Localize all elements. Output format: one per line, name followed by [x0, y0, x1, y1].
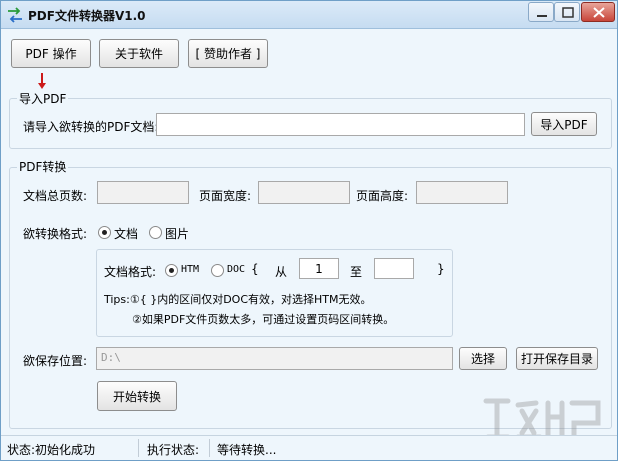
- doc-format-doc-radio[interactable]: [211, 264, 224, 277]
- about-button[interactable]: 关于软件: [99, 39, 179, 68]
- status-bar: 状态:初始化成功 执行状态: 等待转换...: [1, 435, 617, 460]
- doc-format-doc-label[interactable]: DOC: [227, 264, 245, 275]
- import-prompt-label: 请导入欲转换的PDF文档:: [23, 120, 159, 134]
- format-document-label[interactable]: 文档: [114, 225, 138, 242]
- app-window: PDF文件转换器V1.0 PDF 操作 关于软件 [ 赞助作者 ] 导入PDF …: [0, 0, 618, 461]
- tips-line-1: Tips:①{ }内的区间仅对DOC有效，对选择HTM无效。: [104, 293, 372, 306]
- range-open-brace: {: [251, 262, 259, 276]
- import-group-legend: 导入PDF: [17, 90, 69, 107]
- range-from-input[interactable]: 1: [299, 258, 339, 279]
- sponsor-button[interactable]: [ 赞助作者 ]: [188, 39, 268, 68]
- page-height-label: 页面高度:: [356, 189, 409, 203]
- pdf-ops-button[interactable]: PDF 操作: [11, 39, 91, 68]
- select-folder-button[interactable]: 选择: [459, 347, 507, 370]
- red-down-arrow-icon: [38, 73, 46, 89]
- page-width-field: [258, 181, 350, 204]
- format-image-label[interactable]: 图片: [165, 225, 189, 242]
- start-convert-button[interactable]: 开始转换: [97, 381, 177, 411]
- close-button[interactable]: [581, 2, 615, 22]
- minimize-button[interactable]: [528, 2, 554, 22]
- range-to-input[interactable]: [374, 258, 414, 279]
- format-image-radio[interactable]: [149, 226, 162, 239]
- convert-group-legend: PDF转换: [17, 158, 69, 175]
- doc-format-htm-radio[interactable]: [165, 264, 178, 277]
- import-path-input[interactable]: [156, 113, 525, 136]
- format-document-radio[interactable]: [98, 226, 111, 239]
- exec-status-label: 执行状态:: [147, 443, 200, 457]
- range-from-label: 从: [275, 265, 288, 279]
- status-separator-1: [138, 439, 139, 457]
- convert-arrows-icon: [8, 7, 22, 23]
- maximize-button[interactable]: [554, 2, 580, 22]
- save-location-value: D:\: [101, 351, 121, 364]
- page-height-field: [416, 181, 508, 204]
- range-from-value: 1: [315, 262, 323, 276]
- format-label: 欲转换格式:: [23, 227, 88, 241]
- total-pages-label: 文档总页数:: [23, 189, 88, 203]
- page-width-label: 页面宽度:: [199, 189, 252, 203]
- import-pdf-button[interactable]: 导入PDF: [531, 112, 597, 136]
- open-save-dir-button[interactable]: 打开保存目录: [516, 347, 598, 370]
- exec-status-value: 等待转换...: [217, 443, 277, 457]
- save-location-label: 欲保存位置:: [23, 354, 88, 368]
- doc-format-label: 文档格式:: [104, 265, 157, 279]
- minimize-icon: [537, 15, 547, 17]
- maximize-icon: [562, 7, 574, 18]
- range-close-brace: }: [437, 262, 445, 276]
- title-bar[interactable]: PDF文件转换器V1.0: [1, 1, 617, 29]
- doc-format-htm-label[interactable]: HTM: [181, 264, 199, 275]
- status-text: 状态:初始化成功: [7, 443, 96, 457]
- window-title: PDF文件转换器V1.0: [28, 9, 146, 23]
- tips-line-2: ②如果PDF文件页数太多，可通过设置页码区间转换。: [132, 313, 395, 326]
- status-separator-2: [209, 439, 210, 457]
- save-location-input[interactable]: D:\: [96, 347, 453, 370]
- range-to-label: 至: [350, 265, 363, 279]
- close-icon: [593, 7, 605, 18]
- total-pages-field: [97, 181, 189, 204]
